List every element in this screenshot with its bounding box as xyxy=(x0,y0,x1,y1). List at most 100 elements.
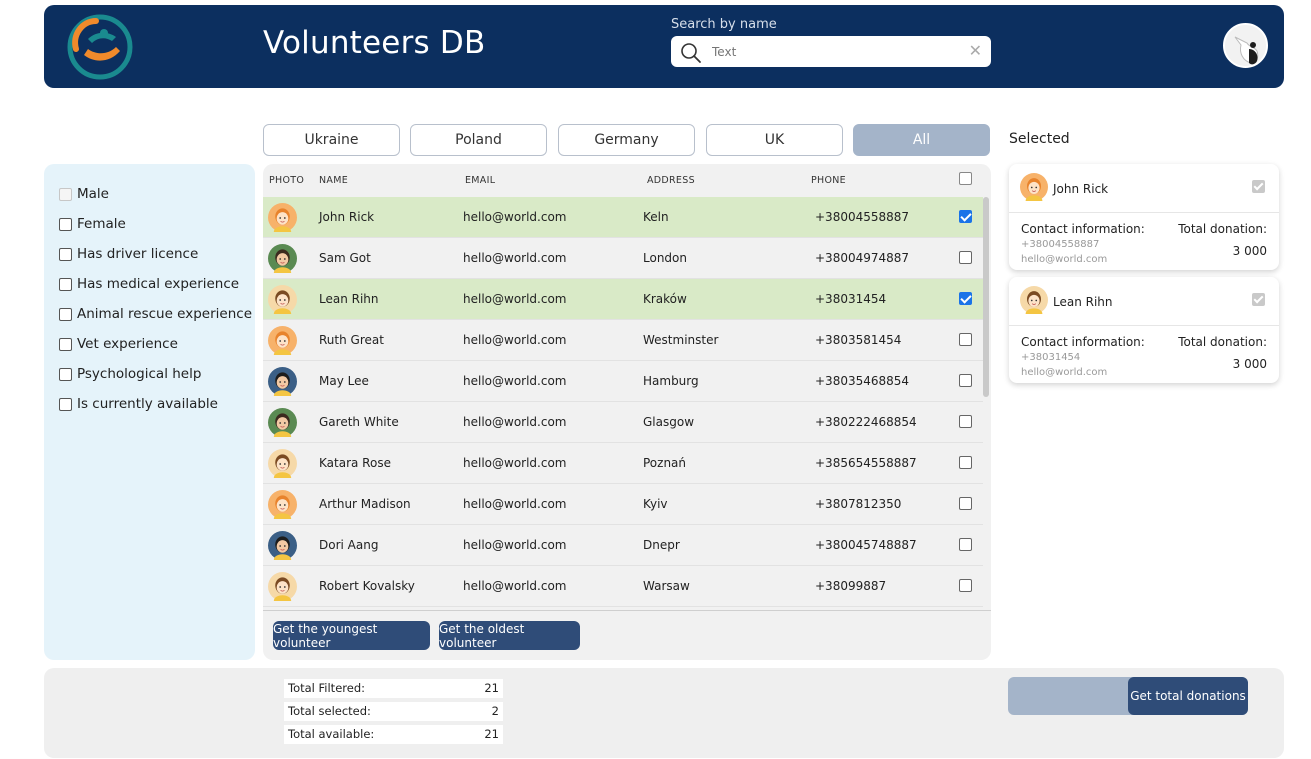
cell-phone: +385654558887 xyxy=(815,456,917,470)
person-avatar-icon xyxy=(268,203,297,232)
table-row[interactable]: Ruth Great hello@world.com Westminster +… xyxy=(263,320,983,361)
card-name: John Rick xyxy=(1053,182,1109,196)
filter-label: Has medical experience xyxy=(77,276,240,292)
table-header: PHOTO NAME EMAIL ADDRESS PHONE xyxy=(263,164,991,197)
contact-label: Contact information: xyxy=(1021,335,1145,349)
filter-female[interactable]: Female xyxy=(59,216,126,232)
filter-male[interactable]: Male xyxy=(59,186,109,202)
row-checkbox[interactable] xyxy=(959,497,972,510)
cell-name: Robert Kovalsky xyxy=(319,579,415,593)
volunteer-photo xyxy=(268,490,297,519)
column-header-photo: PHOTO xyxy=(269,175,305,186)
volunteer-photo xyxy=(268,203,297,232)
filter-psychological-help[interactable]: Psychological help xyxy=(59,366,201,382)
filter-checkbox[interactable] xyxy=(59,307,72,321)
filter-vet-experience[interactable]: Vet experience xyxy=(59,336,178,352)
table-row[interactable]: Katara Rose hello@world.com Poznań +3856… xyxy=(263,443,983,484)
row-checkbox[interactable] xyxy=(959,579,972,592)
person-avatar-icon xyxy=(1020,286,1048,314)
table-row[interactable]: Dori Aang hello@world.com Dnepr +3800457… xyxy=(263,525,983,566)
card-divider xyxy=(1009,325,1279,326)
cell-email: hello@world.com xyxy=(463,497,567,511)
cell-email: hello@world.com xyxy=(463,579,567,593)
stat-label: Total Filtered: xyxy=(288,681,365,695)
filter-animal-rescue[interactable]: Animal rescue experience xyxy=(59,306,252,322)
person-avatar-icon xyxy=(268,326,297,355)
stat-label: Total available: xyxy=(288,727,375,741)
card-phone: +38004558887 xyxy=(1021,239,1100,250)
volunteer-photo xyxy=(1020,286,1048,314)
table-row[interactable]: Sam Got hello@world.com London +38004974… xyxy=(263,238,983,279)
table-row[interactable]: Lean Rihn hello@world.com Kraków +380314… xyxy=(263,279,983,320)
youngest-volunteer-button[interactable]: Get the youngest volunteer xyxy=(273,621,430,650)
row-checkbox[interactable] xyxy=(959,415,972,428)
selected-volunteer-card: John Rick Contact information: Total don… xyxy=(1009,164,1279,270)
donation-label: Total donation: xyxy=(1178,335,1267,349)
search-input[interactable] xyxy=(712,40,962,63)
cell-phone: +38004558887 xyxy=(815,210,910,224)
filter-label: Is currently available xyxy=(77,396,218,412)
cell-email: hello@world.com xyxy=(463,415,567,429)
table-row[interactable]: John Rick hello@world.com Keln +38004558… xyxy=(263,197,983,238)
card-donation-amount: 3 000 xyxy=(1232,244,1267,258)
filter-checkbox[interactable] xyxy=(59,187,72,201)
row-checkbox[interactable] xyxy=(959,333,972,346)
row-checkbox[interactable] xyxy=(959,374,972,387)
filter-checkbox[interactable] xyxy=(59,397,72,411)
selected-volunteer-card: Lean Rihn Contact information: Total don… xyxy=(1009,277,1279,383)
person-avatar-icon xyxy=(268,531,297,560)
filter-medical-experience[interactable]: Has medical experience xyxy=(59,276,239,292)
search-box[interactable]: ✕ xyxy=(671,36,991,67)
column-header-name[interactable]: NAME xyxy=(319,175,348,186)
table-scrollbar[interactable] xyxy=(983,197,989,397)
app-header: Volunteers DB Search by name ✕ xyxy=(44,5,1284,88)
cell-phone: +38035468854 xyxy=(815,374,910,388)
filter-checkbox[interactable] xyxy=(59,367,72,381)
cell-email: hello@world.com xyxy=(463,333,567,347)
tab-all[interactable]: All xyxy=(853,124,990,156)
total-donations-button[interactable]: Get total donations xyxy=(1128,677,1248,715)
oldest-volunteer-button[interactable]: Get the oldest volunteer xyxy=(439,621,580,650)
volunteer-photo xyxy=(268,449,297,478)
table-row[interactable]: Arthur Madison hello@world.com Kyiv +380… xyxy=(263,484,983,525)
select-all-checkbox[interactable] xyxy=(959,172,972,185)
filter-label: Female xyxy=(77,216,126,232)
filter-checkbox[interactable] xyxy=(59,277,72,291)
cell-name: Lean Rihn xyxy=(319,292,379,306)
card-checkbox[interactable] xyxy=(1252,180,1265,193)
table-row[interactable]: Robert Kovalsky hello@world.com Warsaw +… xyxy=(263,566,983,607)
row-checkbox[interactable] xyxy=(959,538,972,551)
tab-ukraine[interactable]: Ukraine xyxy=(263,124,400,156)
cell-phone: +380045748887 xyxy=(815,538,917,552)
contact-label: Contact information: xyxy=(1021,222,1145,236)
user-avatar[interactable] xyxy=(1223,23,1268,68)
filter-checkbox[interactable] xyxy=(59,217,72,231)
filter-currently-available[interactable]: Is currently available xyxy=(59,396,218,412)
table-row[interactable]: Gareth White hello@world.com Glasgow +38… xyxy=(263,402,983,443)
volunteer-photo xyxy=(268,244,297,273)
filter-checkbox[interactable] xyxy=(59,337,72,351)
card-name: Lean Rihn xyxy=(1053,295,1113,309)
stat-total-selected: Total selected: 2 xyxy=(284,702,503,721)
summary-bar: Total Filtered: 21 Total selected: 2 Tot… xyxy=(44,668,1284,758)
filter-label: Vet experience xyxy=(77,336,178,352)
tab-uk[interactable]: UK xyxy=(706,124,843,156)
volunteer-photo xyxy=(268,326,297,355)
cell-address: Westminster xyxy=(643,333,719,347)
filter-checkbox[interactable] xyxy=(59,247,72,261)
column-header-email[interactable]: EMAIL xyxy=(465,175,495,186)
column-header-address[interactable]: ADDRESS xyxy=(647,175,695,186)
row-checkbox[interactable] xyxy=(959,210,972,223)
volunteer-photo xyxy=(268,531,297,560)
row-checkbox[interactable] xyxy=(959,251,972,264)
row-checkbox[interactable] xyxy=(959,292,972,305)
filter-driver-licence[interactable]: Has driver licence xyxy=(59,246,198,262)
column-header-phone[interactable]: PHONE xyxy=(811,175,846,186)
row-checkbox[interactable] xyxy=(959,456,972,469)
card-checkbox[interactable] xyxy=(1252,293,1265,306)
tab-poland[interactable]: Poland xyxy=(410,124,547,156)
table-row[interactable]: May Lee hello@world.com Hamburg +3803546… xyxy=(263,361,983,402)
volunteer-photo xyxy=(268,285,297,314)
close-icon[interactable]: ✕ xyxy=(969,41,982,60)
tab-germany[interactable]: Germany xyxy=(558,124,695,156)
